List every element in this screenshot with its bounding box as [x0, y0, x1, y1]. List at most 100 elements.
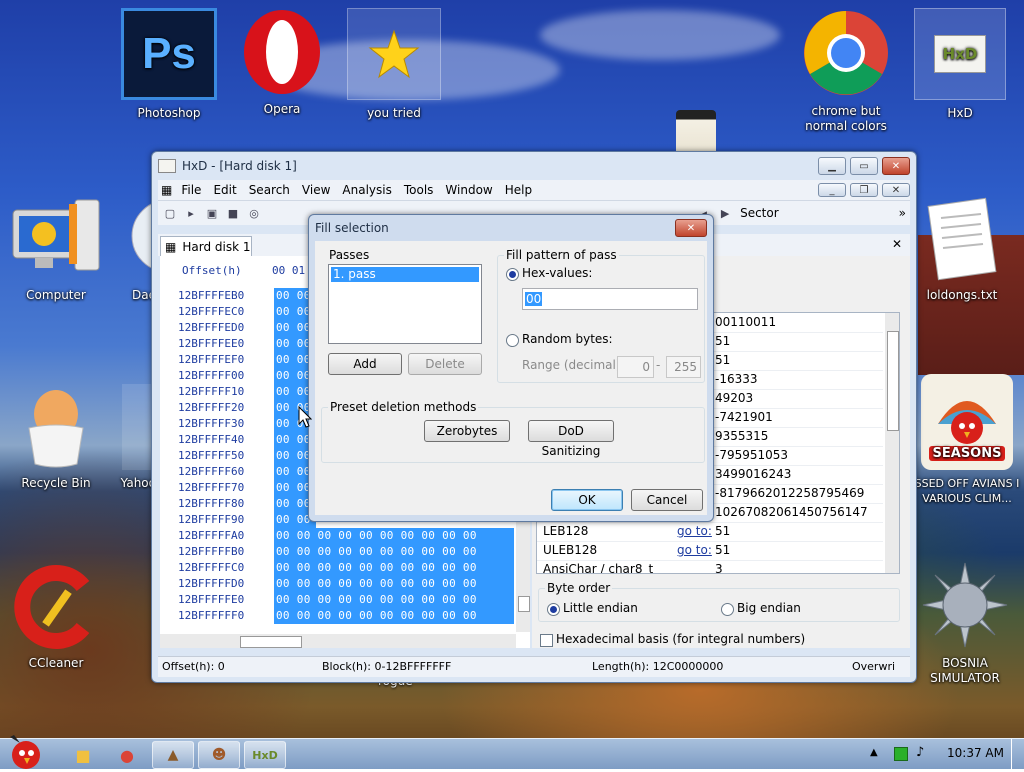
- ok-button[interactable]: OK: [551, 489, 623, 511]
- hex-row-bytes[interactable]: 00 00 00 00 00 00 00 00 00 00: [274, 592, 514, 608]
- inspector-row[interactable]: ULEB128 go to: 51: [537, 541, 883, 561]
- hex-horizontal-scrollbar[interactable]: [160, 634, 516, 648]
- desktop-icon-bosnia-simulator[interactable]: BOSNIA SIMULATOR: [910, 560, 1020, 686]
- menu-help[interactable]: Help: [499, 183, 538, 197]
- hex-scroll-thumb[interactable]: [518, 596, 530, 612]
- dod-sanitizing-button[interactable]: DoD Sanitizing: [528, 420, 614, 458]
- sector-next-icon[interactable]: ▶: [716, 204, 734, 222]
- random-bytes-radio[interactable]: [506, 334, 519, 347]
- fill-pattern-label: Fill pattern of pass: [504, 248, 619, 262]
- hxd-window-title: HxD - [Hard disk 1]: [182, 159, 297, 173]
- hex-hscroll-thumb[interactable]: [240, 636, 302, 648]
- menu-bar: ▦ File Edit Search View Analysis Tools W…: [158, 180, 910, 200]
- menu-view[interactable]: View: [296, 183, 336, 197]
- close-button[interactable]: ✕: [882, 157, 910, 175]
- hex-row-offset: 12BFFFFF90: [178, 513, 245, 526]
- desktop-icon-you-tried[interactable]: you tried: [346, 8, 442, 121]
- add-button[interactable]: Add: [328, 353, 402, 375]
- pass-list-item[interactable]: 1. pass: [331, 267, 479, 282]
- zerobytes-button[interactable]: Zerobytes: [424, 420, 510, 442]
- desktop-icon-chrome[interactable]: chrome but normal colors: [798, 8, 894, 134]
- little-endian-radio[interactable]: [547, 603, 560, 616]
- big-endian-radio[interactable]: [721, 603, 734, 616]
- disk-icon: ▦: [165, 240, 177, 254]
- taskbar-chrome[interactable]: ●: [112, 741, 142, 769]
- desktop-icon-computer[interactable]: Computer: [8, 196, 104, 303]
- tab-hard-disk-1[interactable]: ▦ Hard disk 1: [160, 236, 252, 257]
- cancel-button[interactable]: Cancel: [631, 489, 703, 511]
- open-file-icon[interactable]: ▸: [182, 204, 200, 222]
- range-to-input[interactable]: 255: [666, 356, 701, 378]
- taskbar-explorer[interactable]: ■: [68, 741, 98, 769]
- desktop-icon-yahoo[interactable]: Yahoo: [108, 384, 156, 491]
- hex-row-bytes[interactable]: 00 00 00 00 00 00 00 00 00 00: [274, 560, 514, 576]
- menu-file[interactable]: File: [175, 183, 207, 197]
- hex-values-radio[interactable]: [506, 268, 519, 281]
- taskbar-item-app[interactable]: ▲: [152, 741, 194, 769]
- hex-basis-checkbox[interactable]: [540, 634, 553, 647]
- mdi-minimize-button[interactable]: _: [818, 183, 846, 197]
- desktop-icon-angry-birds-seasons[interactable]: SEASONS SSED OFF AVIANS I VARIOUS CLIM..…: [914, 374, 1020, 506]
- delete-button[interactable]: Delete: [408, 353, 482, 375]
- tray-network-icon[interactable]: [894, 747, 908, 761]
- desktop-icon-hxd[interactable]: HxD HxD: [912, 8, 1008, 121]
- minimize-button[interactable]: ▁: [818, 157, 846, 175]
- big-endian-label: Big endian: [737, 601, 801, 615]
- dialog-close-button[interactable]: ✕: [675, 219, 707, 237]
- range-from-input[interactable]: 0: [617, 356, 654, 378]
- desktop-icon-loldongs[interactable]: loldongs.txt: [914, 196, 1010, 303]
- inspector-scrollbar[interactable]: [885, 313, 899, 573]
- desktop-icon-opera[interactable]: Opera: [234, 8, 330, 117]
- menu-search[interactable]: Search: [243, 183, 296, 197]
- mdi-close-button[interactable]: ✕: [882, 183, 910, 197]
- desktop-icon-photoshop[interactable]: Ps Photoshop: [121, 8, 217, 121]
- folder-icon: ■: [75, 745, 91, 765]
- start-button[interactable]: [4, 733, 44, 769]
- inspector-row[interactable]: LEB128 go to: 51: [537, 522, 883, 542]
- toolbar-sector-label: Sector: [740, 206, 779, 220]
- menu-analysis[interactable]: Analysis: [336, 183, 397, 197]
- menu-window[interactable]: Window: [439, 183, 498, 197]
- hxd-titlebar[interactable]: HxD - [Hard disk 1] ▁ ▭ ✕: [152, 152, 916, 180]
- dialog-titlebar[interactable]: Fill selection ✕: [309, 215, 713, 241]
- save-icon[interactable]: ▣: [203, 204, 221, 222]
- new-file-icon[interactable]: ▢: [161, 204, 179, 222]
- stop-icon[interactable]: ■: [224, 204, 242, 222]
- desktop-icon-ccleaner[interactable]: CCleaner: [8, 564, 104, 671]
- preset-methods-group: Preset deletion methods Zerobytes DoD Sa…: [321, 400, 705, 463]
- tray-show-hidden-icon[interactable]: ▲: [870, 747, 878, 758]
- hex-row-bytes[interactable]: 00 00 00 00 00 00 00 00 00 00: [274, 544, 514, 560]
- mdi-restore-button[interactable]: ❐: [850, 183, 878, 197]
- taskbar-item-game[interactable]: ☻: [198, 741, 240, 769]
- inspector-value: 9355315: [715, 429, 769, 443]
- range-separator: -: [656, 358, 661, 372]
- document-menu-icon[interactable]: ▦: [158, 183, 175, 197]
- tab-close-icon[interactable]: ✕: [892, 237, 902, 251]
- disk-icon[interactable]: ◎: [245, 204, 263, 222]
- menu-edit[interactable]: Edit: [207, 183, 242, 197]
- status-bar: Offset(h): 0 Block(h): 0-12BFFFFFFF Leng…: [158, 656, 910, 677]
- passes-label: Passes: [329, 248, 370, 262]
- inspector-scroll-thumb[interactable]: [887, 331, 899, 431]
- show-desktop-button[interactable]: [1011, 739, 1024, 769]
- inspector-goto[interactable]: go to:: [677, 522, 712, 541]
- tray-volume-icon[interactable]: ♪: [916, 745, 924, 760]
- hex-row-bytes[interactable]: 00 00 00 00 00 00 00 00 00 00: [274, 576, 514, 592]
- desktop-icon-dae[interactable]: Dae: [108, 196, 156, 303]
- hex-row-offset: 12BFFFFF30: [178, 417, 245, 430]
- hex-row-bytes[interactable]: 00 00 00 00 00 00 00 00 00 00: [274, 608, 514, 624]
- inspector-goto[interactable]: go to:: [677, 541, 712, 560]
- menu-tools[interactable]: Tools: [398, 183, 440, 197]
- maximize-button[interactable]: ▭: [850, 157, 878, 175]
- desktop-icon-recycle-bin[interactable]: Recycle Bin: [8, 384, 104, 491]
- passes-list[interactable]: 1. pass: [328, 264, 482, 344]
- hex-row-offset: 12BFFFFF00: [178, 369, 245, 382]
- toolbar-overflow-icon[interactable]: »: [899, 206, 906, 220]
- taskbar-item-hxd[interactable]: HxD: [244, 741, 286, 769]
- hex-values-input[interactable]: 00: [522, 288, 698, 310]
- clock[interactable]: 10:37 AM: [947, 746, 1004, 760]
- hex-row-offset: 12BFFFFEB0: [178, 289, 245, 302]
- hex-row-bytes[interactable]: 00 00 00 00 00 00 00 00 00 00: [274, 528, 514, 544]
- inspector-row[interactable]: AnsiChar / char8_t 3: [537, 560, 883, 573]
- hex-row-offset: 12BFFFFFC0: [178, 561, 245, 574]
